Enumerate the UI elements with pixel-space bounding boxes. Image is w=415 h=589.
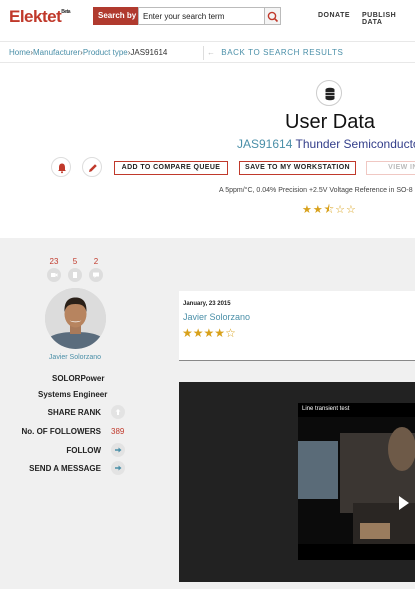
play-icon [399, 496, 409, 510]
profile-name-link[interactable]: Javier Solorzano [0, 354, 150, 361]
logo[interactable]: ElektetBeta [9, 7, 71, 27]
play-button[interactable] [391, 491, 415, 515]
product-description: A 5ppm/°C, 0.04% Precision +2.5V Voltage… [219, 187, 413, 194]
rating-star-empty: ☆ [346, 204, 357, 216]
video-icon[interactable] [47, 268, 61, 282]
follow-label: FOLLOW [66, 446, 101, 455]
breadcrumb-divider [203, 46, 204, 60]
breadcrumb: Home›Manufacturer›Product type›JAS91614 [9, 48, 168, 57]
top-header: ElektetBeta Search by DONATE PUBLISH DAT… [0, 0, 415, 34]
comment-icon[interactable] [89, 268, 103, 282]
video-player[interactable]: Line transient test [298, 403, 415, 560]
back-to-results-link[interactable]: ← BACK TO SEARCH RESULTS [207, 48, 343, 57]
arrow-right-icon [115, 447, 122, 453]
rating-star: ★ [302, 204, 313, 216]
breadcrumb-current: JAS91614 [130, 48, 168, 57]
beta-badge: Beta [61, 9, 71, 15]
stat-videos-count: 23 [49, 257, 59, 266]
share-rank-label: SHARE RANK [47, 408, 101, 417]
nav-donate[interactable]: DONATE [318, 12, 350, 19]
video-thumbnail [298, 417, 415, 560]
bell-icon [58, 163, 66, 174]
review-author-link[interactable]: Javier Solorzano [183, 312, 250, 322]
send-message-label: SEND A MESSAGE [29, 464, 101, 473]
profile-role: Systems Engineer [38, 390, 108, 399]
review-card: January, 23 2015 Javier Solorzano ★★★★☆ [179, 291, 415, 361]
breadcrumb-product-type[interactable]: Product type [83, 48, 128, 57]
product-rating: ★★⯪☆☆ [302, 201, 357, 220]
document-icon[interactable] [68, 268, 82, 282]
review-rating: ★★★★☆ [182, 326, 236, 340]
rating-star-empty: ☆ [225, 326, 236, 340]
rating-star: ★ [203, 326, 215, 340]
product-code: JAS91614 [237, 137, 293, 151]
avatar[interactable] [45, 288, 106, 349]
rating-star: ★ [214, 326, 226, 340]
rating-star: ★ [192, 326, 204, 340]
rating-star-empty: ☆ [335, 204, 347, 216]
back-to-results-label: BACK TO SEARCH RESULTS [221, 48, 344, 57]
search-input[interactable] [138, 7, 265, 25]
rating-star: ★ [182, 326, 193, 340]
search-button[interactable] [265, 7, 281, 25]
review-date: January, 23 2015 [183, 301, 231, 307]
search-icon [267, 11, 279, 23]
edit-button[interactable] [82, 157, 102, 177]
breadcrumb-manufacturer[interactable]: Manufacturer [33, 48, 80, 57]
breadcrumb-bar: Home›Manufacturer›Product type›JAS91614 … [0, 41, 415, 63]
rating-star: ★ [312, 204, 324, 216]
database-icon [316, 80, 342, 106]
profile-company: SOLORPower [52, 374, 105, 383]
followers-label: No. OF FOLLOWERS [21, 427, 101, 436]
alert-button[interactable] [51, 157, 71, 177]
share-rank-icon[interactable] [111, 405, 125, 419]
add-to-compare-button[interactable]: ADD TO COMPARE QUEUE [114, 161, 228, 175]
search-by-dropdown[interactable]: Search by [93, 7, 142, 25]
rating-star-half: ⯪ [323, 204, 336, 216]
save-to-workstation-button[interactable]: SAVE TO MY WORKSTATION [239, 161, 356, 175]
follow-button[interactable] [111, 443, 125, 457]
stat-comments-count: 2 [93, 257, 99, 266]
nav-publish-data[interactable]: PUBLISH DATA [362, 12, 415, 26]
manufacturer-link[interactable]: Thunder Semiconductor [296, 137, 415, 151]
followers-count: 389 [111, 427, 125, 436]
breadcrumb-home[interactable]: Home [9, 48, 30, 57]
page-title: User Data [285, 111, 376, 133]
arrow-right-icon [115, 465, 122, 471]
send-message-button[interactable] [111, 461, 125, 475]
arrow-left-icon: ← [207, 48, 216, 57]
view-in-button[interactable]: VIEW IN [366, 161, 415, 175]
stat-documents-count: 5 [72, 257, 78, 266]
video-panel: Line transient test [179, 382, 415, 582]
product-subtitle: JAS91614 Thunder Semiconductor [237, 137, 415, 151]
pencil-icon [89, 164, 97, 172]
